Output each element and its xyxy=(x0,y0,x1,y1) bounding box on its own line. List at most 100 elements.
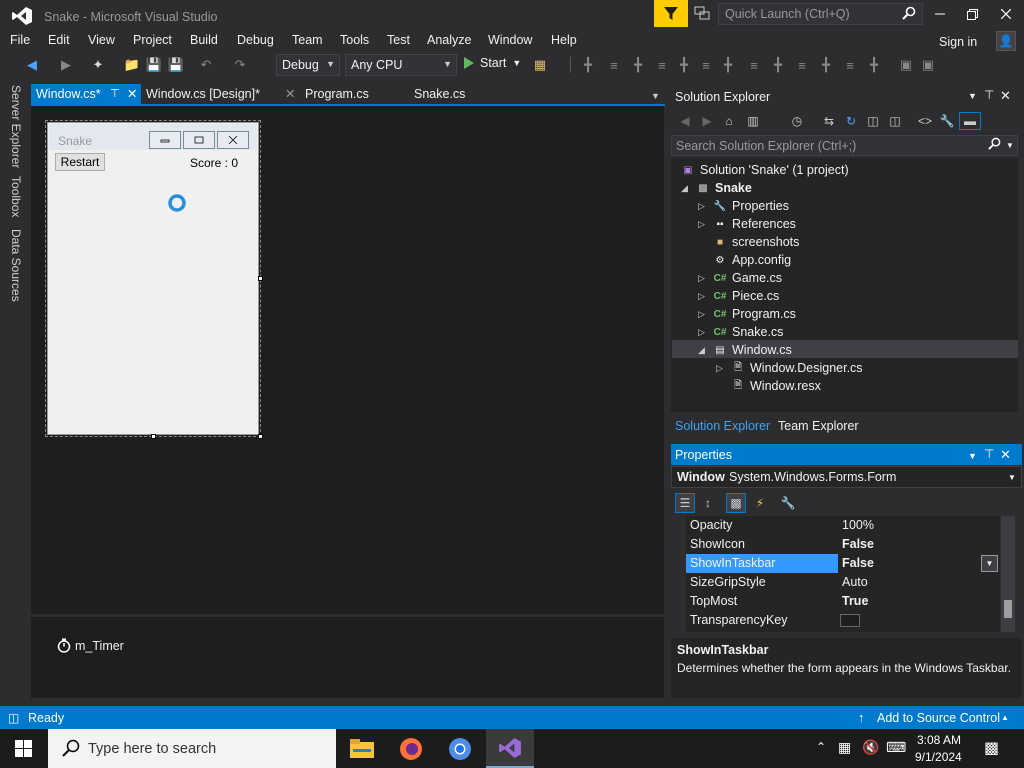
new-project-icon[interactable]: ✦ xyxy=(90,57,106,73)
search-icon[interactable] xyxy=(988,137,1001,150)
network-icon[interactable]: ▦ xyxy=(838,739,851,756)
property-row[interactable]: TopMost True xyxy=(686,592,1000,611)
tree-item-references[interactable]: ▷ ▪▪ References xyxy=(698,215,796,233)
align-bottoms-icon[interactable]: ≡ xyxy=(698,57,714,73)
close-pane-icon[interactable]: ✕ xyxy=(1000,88,1011,104)
tree-item-properties[interactable]: ▷ 🔧 Properties xyxy=(698,197,789,215)
tree-item-app-config[interactable]: ⚙ App.config xyxy=(712,251,792,269)
preview-selected-items-icon[interactable]: ▬ xyxy=(959,112,981,130)
sync-icon[interactable]: ⇆ xyxy=(820,112,838,130)
back-icon[interactable]: ◀ xyxy=(676,112,694,130)
restart-button[interactable]: Restart xyxy=(55,153,105,171)
tab-snake-cs[interactable]: Snake.cs xyxy=(409,84,499,105)
tab-solution-explorer[interactable]: Solution Explorer xyxy=(675,419,770,433)
resize-handle-corner[interactable] xyxy=(258,434,263,439)
property-grid-scrollbar[interactable] xyxy=(1001,516,1015,632)
menu-debug[interactable]: Debug xyxy=(237,33,274,47)
tree-item-window-designer-cs[interactable]: ▷ 🗎 Window.Designer.cs xyxy=(716,359,863,377)
close-button[interactable] xyxy=(990,0,1022,28)
pin-icon[interactable]: ⊤ xyxy=(984,88,994,102)
tree-solution[interactable]: ▣ Solution 'Snake' (1 project) xyxy=(680,161,848,179)
volume-muted-icon[interactable]: 🔇 xyxy=(862,739,879,756)
property-row[interactable]: Opacity 100% xyxy=(686,516,1000,535)
chevron-down-icon[interactable]: ▼ xyxy=(968,91,977,101)
quick-launch-input[interactable]: Quick Launch (Ctrl+Q) xyxy=(718,3,923,25)
tab-program-cs[interactable]: Program.cs xyxy=(300,84,390,105)
save-all-icon[interactable]: 💾 xyxy=(168,57,184,73)
close-tab-icon[interactable]: ✕ xyxy=(285,86,295,101)
send-to-back-icon[interactable]: ▣ xyxy=(920,57,936,73)
chevron-down-icon[interactable]: ▼ xyxy=(968,451,977,461)
back-icon[interactable]: ◀ xyxy=(24,57,40,73)
minimize-button[interactable] xyxy=(924,0,956,28)
menu-project[interactable]: Project xyxy=(133,33,172,47)
tab-overflow-dropdown-icon[interactable]: ▼ xyxy=(651,91,660,101)
solution-configuration-dropdown[interactable]: Debug ▼ xyxy=(276,54,340,76)
form-minimize-button[interactable] xyxy=(149,131,181,149)
timer-component[interactable]: m_Timer xyxy=(57,638,124,653)
add-to-source-control-button[interactable]: Add to Source Control xyxy=(877,711,1000,725)
taskbar-search-box[interactable]: Type here to search xyxy=(48,729,336,768)
taskbar-visual-studio[interactable] xyxy=(486,729,534,768)
property-row[interactable]: TransparencyKey xyxy=(686,611,1000,630)
make-same-width-icon[interactable]: ≡ xyxy=(746,57,762,73)
step-icon[interactable]: ▦ xyxy=(532,57,548,73)
tab-window-cs-design[interactable]: Window.cs [Design]* ✕ xyxy=(141,84,295,105)
notification-center-icon[interactable]: ▩ xyxy=(984,738,999,758)
align-lefts-icon[interactable]: ╋ xyxy=(580,57,596,73)
menu-team[interactable]: Team xyxy=(292,33,323,47)
chevron-down-icon[interactable]: ▼ xyxy=(1006,141,1014,150)
side-tab-server-explorer[interactable]: Server Explorer xyxy=(9,85,23,168)
forward-icon[interactable]: ▶ xyxy=(58,57,74,73)
side-tab-data-sources[interactable]: Data Sources xyxy=(9,229,23,302)
redo-icon[interactable]: ↷ xyxy=(232,57,248,73)
center-horizontally-icon[interactable]: ≡ xyxy=(842,57,858,73)
menu-view[interactable]: View xyxy=(88,33,115,47)
side-tab-toolbox[interactable]: Toolbox xyxy=(9,176,23,217)
menu-edit[interactable]: Edit xyxy=(48,33,70,47)
tab-team-explorer[interactable]: Team Explorer xyxy=(774,417,863,437)
close-pane-icon[interactable]: ✕ xyxy=(1000,447,1011,463)
pin-icon[interactable]: ⊤ xyxy=(110,87,120,100)
forward-icon[interactable]: ▶ xyxy=(698,112,716,130)
undo-icon[interactable]: ↶ xyxy=(198,57,214,73)
events-lightning-icon[interactable]: ⚡ xyxy=(750,493,770,513)
align-to-grid-icon[interactable]: ╋ xyxy=(720,57,736,73)
property-row-selected[interactable]: ShowInTaskbar False ▼ xyxy=(686,554,1000,573)
resize-handle-right[interactable] xyxy=(258,276,263,281)
search-icon[interactable] xyxy=(902,6,916,20)
tree-item-window-resx[interactable]: 🗎 Window.resx xyxy=(730,377,821,395)
pin-icon[interactable]: ⊤ xyxy=(984,447,994,461)
user-avatar-icon[interactable]: 👤 xyxy=(996,31,1016,51)
menu-help[interactable]: Help xyxy=(551,33,577,47)
solution-platform-dropdown[interactable]: Any CPU ▼ xyxy=(345,54,457,76)
menu-build[interactable]: Build xyxy=(190,33,218,47)
resize-handle-bottom[interactable] xyxy=(151,434,156,439)
menu-analyze[interactable]: Analyze xyxy=(427,33,471,47)
categorized-icon[interactable]: ☰ xyxy=(675,493,695,513)
property-pages-wrench-icon[interactable]: 🔧 xyxy=(778,493,798,513)
form-maximize-button[interactable] xyxy=(183,131,215,149)
clock-time[interactable]: 3:08 AM xyxy=(917,733,961,747)
align-tops-icon[interactable]: ≡ xyxy=(654,57,670,73)
solution-explorer-search-input[interactable]: Search Solution Explorer (Ctrl+;) xyxy=(671,135,1018,156)
scrollbar-thumb[interactable] xyxy=(1004,600,1012,618)
keyboard-language-icon[interactable]: ⌨ xyxy=(886,739,906,756)
view-code-icon[interactable]: <> xyxy=(916,112,934,130)
properties-wrench-icon[interactable]: 🔧 xyxy=(938,112,956,130)
menu-window[interactable]: Window xyxy=(488,33,532,47)
property-row[interactable]: SizeGripStyle Auto xyxy=(686,573,1000,592)
close-tab-icon[interactable]: ✕ xyxy=(127,86,137,101)
tree-item-game-cs[interactable]: ▷ C# Game.cs xyxy=(698,269,782,287)
menu-test[interactable]: Test xyxy=(387,33,410,47)
tree-project[interactable]: ◢ ▩ Snake xyxy=(681,179,752,197)
align-middles-icon[interactable]: ╋ xyxy=(676,57,692,73)
property-row[interactable]: ShowIcon False xyxy=(686,535,1000,554)
align-centers-icon[interactable]: ≡ xyxy=(606,57,622,73)
vertical-spacing-icon[interactable]: ╋ xyxy=(818,57,834,73)
collapse-all-icon[interactable]: ◫ xyxy=(864,112,882,130)
form-close-button[interactable] xyxy=(217,131,249,149)
bring-to-front-icon[interactable]: ▣ xyxy=(898,57,914,73)
clock-date[interactable]: 9/1/2024 xyxy=(915,750,962,764)
arrow-up-icon[interactable]: ↑ xyxy=(858,710,865,725)
